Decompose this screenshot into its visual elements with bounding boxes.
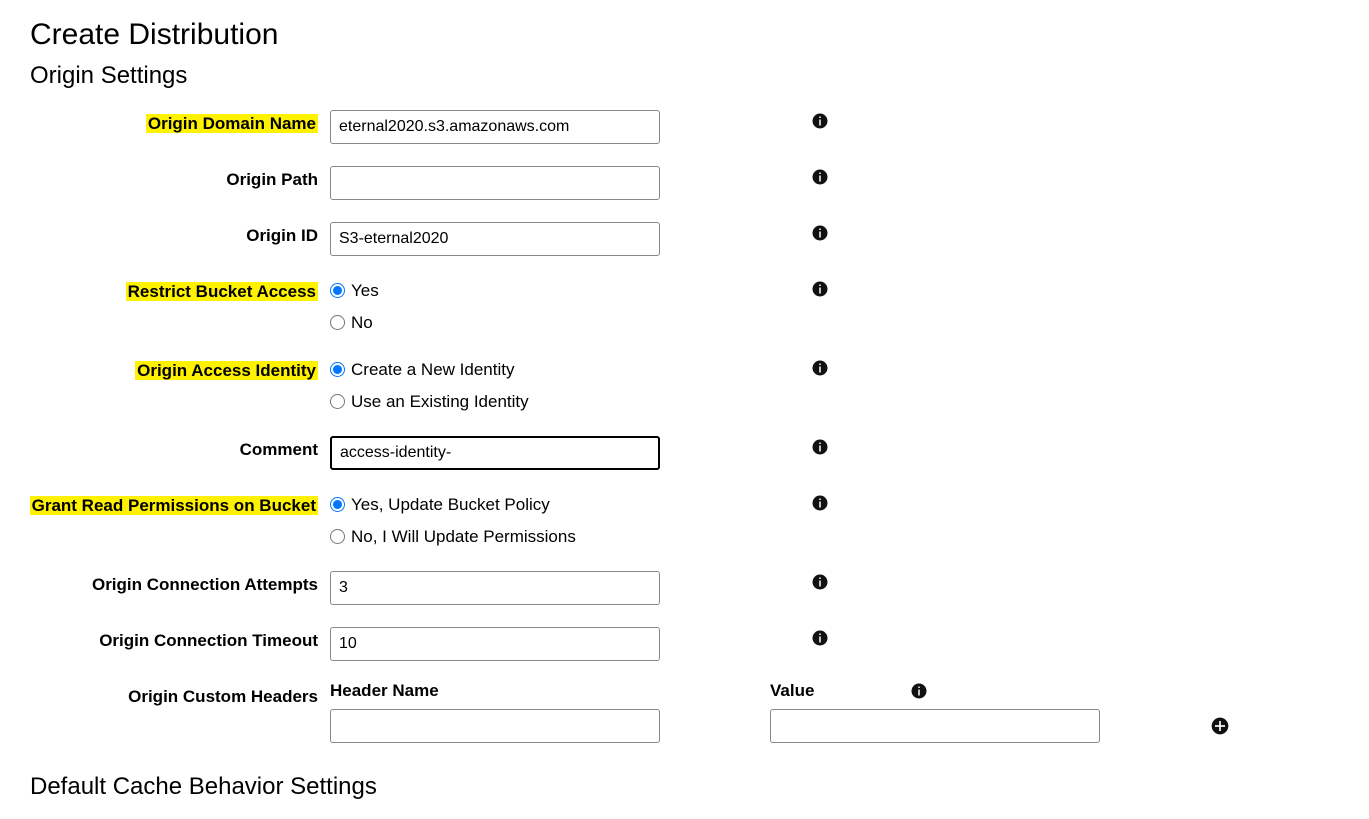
radio-oai-existing[interactable]: Use an Existing Identity bbox=[330, 389, 770, 415]
section-origin-settings: Origin Settings bbox=[30, 62, 1369, 90]
info-icon[interactable] bbox=[811, 494, 829, 512]
header-value-input[interactable] bbox=[770, 709, 1100, 743]
radio-oai-existing-input[interactable] bbox=[330, 394, 345, 409]
row-origin-id: Origin ID bbox=[0, 220, 1369, 256]
comment-input[interactable] bbox=[330, 436, 660, 470]
label-comment: Comment bbox=[240, 440, 318, 459]
row-comment: Comment bbox=[0, 434, 1369, 470]
row-origin-path: Origin Path bbox=[0, 164, 1369, 200]
label-origin-id: Origin ID bbox=[246, 226, 318, 245]
radio-grant-no[interactable]: No, I Will Update Permissions bbox=[330, 524, 770, 550]
radio-grant-no-input[interactable] bbox=[330, 529, 345, 544]
radio-grant-yes[interactable]: Yes, Update Bucket Policy bbox=[330, 492, 770, 518]
info-icon[interactable] bbox=[811, 573, 829, 591]
label-grant-read-permissions: Grant Read Permissions on Bucket bbox=[30, 496, 318, 515]
origin-connection-timeout-input[interactable] bbox=[330, 627, 660, 661]
info-icon[interactable] bbox=[811, 359, 829, 377]
label-origin-connection-attempts: Origin Connection Attempts bbox=[92, 575, 318, 594]
info-icon[interactable] bbox=[811, 224, 829, 242]
section-default-cache-behavior: Default Cache Behavior Settings bbox=[30, 773, 1369, 801]
info-icon[interactable] bbox=[910, 682, 928, 700]
label-origin-custom-headers: Origin Custom Headers bbox=[128, 687, 318, 706]
info-icon[interactable] bbox=[811, 438, 829, 456]
radio-restrict-no[interactable]: No bbox=[330, 310, 770, 336]
radio-oai-create-input[interactable] bbox=[330, 362, 345, 377]
label-origin-path: Origin Path bbox=[226, 170, 318, 189]
row-origin-access-identity: Origin Access Identity Create a New Iden… bbox=[0, 355, 1369, 414]
origin-path-input[interactable] bbox=[330, 166, 660, 200]
row-origin-custom-headers: Origin Custom Headers Header Name Value bbox=[0, 681, 1369, 743]
label-origin-connection-timeout: Origin Connection Timeout bbox=[99, 631, 318, 650]
add-header-icon[interactable] bbox=[1210, 716, 1230, 736]
label-header-name: Header Name bbox=[330, 681, 770, 701]
row-origin-connection-attempts: Origin Connection Attempts bbox=[0, 569, 1369, 605]
label-origin-access-identity: Origin Access Identity bbox=[135, 361, 318, 380]
label-restrict-bucket-access: Restrict Bucket Access bbox=[126, 282, 318, 301]
origin-connection-attempts-input[interactable] bbox=[330, 571, 660, 605]
row-origin-domain-name: Origin Domain Name bbox=[0, 108, 1369, 144]
row-origin-connection-timeout: Origin Connection Timeout bbox=[0, 625, 1369, 661]
radio-restrict-yes-input[interactable] bbox=[330, 283, 345, 298]
radio-oai-create[interactable]: Create a New Identity bbox=[330, 357, 770, 383]
label-value: Value bbox=[770, 681, 910, 701]
row-grant-read-permissions: Grant Read Permissions on Bucket Yes, Up… bbox=[0, 490, 1369, 549]
info-icon[interactable] bbox=[811, 629, 829, 647]
page-title: Create Distribution bbox=[30, 18, 1369, 52]
origin-domain-name-input[interactable] bbox=[330, 110, 660, 144]
radio-grant-yes-input[interactable] bbox=[330, 497, 345, 512]
radio-restrict-no-input[interactable] bbox=[330, 315, 345, 330]
radio-restrict-yes[interactable]: Yes bbox=[330, 278, 770, 304]
info-icon[interactable] bbox=[811, 280, 829, 298]
row-restrict-bucket-access: Restrict Bucket Access Yes No bbox=[0, 276, 1369, 335]
label-origin-domain-name: Origin Domain Name bbox=[146, 114, 318, 133]
info-icon[interactable] bbox=[811, 168, 829, 186]
header-name-input[interactable] bbox=[330, 709, 660, 743]
origin-id-input[interactable] bbox=[330, 222, 660, 256]
info-icon[interactable] bbox=[811, 112, 829, 130]
